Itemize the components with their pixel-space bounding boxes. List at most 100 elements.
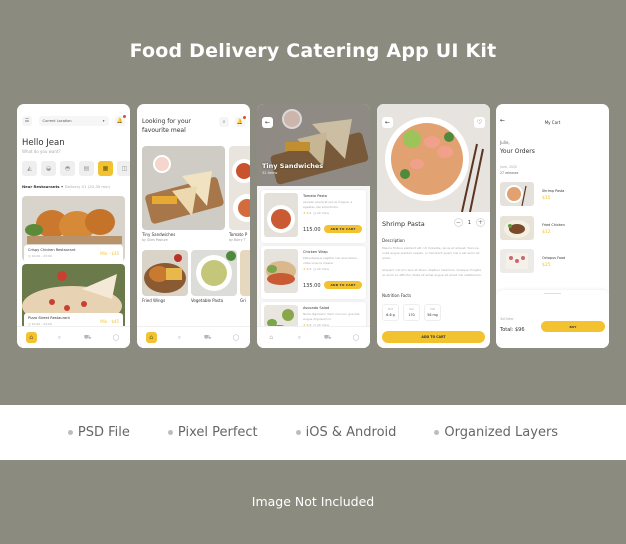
meal-card[interactable] xyxy=(191,250,237,296)
restaurant-card[interactable]: Crispy Chicken Restaurant ◷ 10:00 - 23:0… xyxy=(22,196,125,261)
clock-icon: ◷ xyxy=(313,211,316,215)
browse-screen: Looking for your favourite meal ⌕ 🔔 Tiny… xyxy=(137,104,250,348)
search-icon[interactable]: ⌕ xyxy=(294,332,305,343)
star-icon: ★ xyxy=(303,211,306,215)
product-card[interactable]: Chicken Wrap Pellentesque sagittis nisi … xyxy=(261,246,366,299)
nutrition-value: 56 mg xyxy=(427,313,438,317)
heart-icon[interactable]: ♡ xyxy=(474,117,485,128)
drink-icon[interactable]: ▤ xyxy=(79,161,94,176)
location-select[interactable]: Current Location ▾ xyxy=(38,116,109,126)
back-arrow-icon[interactable]: ← xyxy=(382,117,393,128)
sandwich-image xyxy=(142,146,225,230)
bullet-icon xyxy=(295,430,301,435)
add-to-cart-button[interactable]: ADD TO CART xyxy=(382,331,485,343)
menu-icon[interactable]: ☰ xyxy=(22,116,32,126)
search-icon[interactable]: ⌕ xyxy=(174,332,185,343)
shrimp-pasta-image xyxy=(500,182,534,206)
more-icon[interactable]: ◫ xyxy=(117,161,130,176)
octopus-food-image xyxy=(500,249,534,273)
feature-item: Organized Layers xyxy=(434,425,558,440)
bottom-nav: ⌂ ⌕ ⛟ ◯ xyxy=(17,326,130,348)
product-price: 135.00 xyxy=(303,283,321,289)
featured-card[interactable] xyxy=(229,146,250,230)
restaurant-card[interactable]: Pizza Street Restaurant ◷ 10:00 - 23:00 … xyxy=(22,264,125,329)
product-description: Pellentesque sagittis nisi eros libero, … xyxy=(303,256,358,265)
feature-item: Pixel Perfect xyxy=(167,425,258,440)
home-icon[interactable]: ⌂ xyxy=(266,332,277,343)
greeting: Hello Jean xyxy=(22,138,65,148)
product-card[interactable]: Tomato Pasta Aenean placerat purus magna… xyxy=(261,190,366,243)
nutrition-value: 170 xyxy=(408,313,415,317)
home-screen: ☰ Current Location ▾ 🔔 Hello Jean What d… xyxy=(17,104,130,348)
quantity-value: 1 xyxy=(467,219,471,226)
detail-screen: ← ♡ Shrimp Pasta − 1 + Description Mauri… xyxy=(377,104,490,348)
notification-icon[interactable]: 🔔 xyxy=(235,116,246,127)
home-icon[interactable]: ⌂ xyxy=(25,332,37,343)
bowl-icon[interactable]: ◒ xyxy=(41,161,56,176)
product-description: Nulla dignissim dolor nisi non gravida a… xyxy=(303,312,360,321)
page-title: Food Delivery Catering App UI Kit xyxy=(129,40,497,62)
dish-icon[interactable]: ◓ xyxy=(60,161,75,176)
order-count: 3xOrder xyxy=(500,317,514,321)
bottom-nav: ⌂ ⌕ ⛟ ◯ xyxy=(137,326,250,348)
greeting-subtitle: What do you want? xyxy=(22,149,61,154)
nutrition-value: 6.6 g xyxy=(386,313,395,317)
buy-button[interactable]: BUY xyxy=(541,321,605,332)
notification-badge xyxy=(243,116,246,119)
fried-chicken-image xyxy=(500,216,534,240)
order-item[interactable]: Shrimp Pasta $15 xyxy=(500,182,605,207)
meal-card[interactable] xyxy=(142,250,188,296)
add-to-cart-button[interactable]: ADD TO CART xyxy=(324,281,362,289)
product-price: 115.00 xyxy=(303,227,321,233)
order-item[interactable]: Octopus Food $25 xyxy=(500,249,605,274)
user-icon[interactable]: ◯ xyxy=(110,332,121,343)
notification-icon[interactable]: 🔔 xyxy=(115,115,126,126)
nutrition-facts: Prot 6.6 g Kal 170 Vdd 56 mg xyxy=(382,304,441,321)
search-icon[interactable]: ⌕ xyxy=(54,332,65,343)
featured-card[interactable] xyxy=(142,146,225,230)
features-band: PSD File Pixel Perfect iOS & Android Org… xyxy=(0,405,626,460)
product-title: Shrimp Pasta xyxy=(382,220,425,228)
meal-name: Fried Wings xyxy=(142,298,166,303)
restaurant-min-order: Min - $45 xyxy=(100,319,119,324)
meal-name: Vegetable Pasta xyxy=(191,298,224,303)
feature-label: Pixel Perfect xyxy=(177,425,258,440)
back-arrow-icon[interactable]: ← xyxy=(262,117,273,128)
fried-wings-image xyxy=(142,250,188,296)
user-icon[interactable]: ◯ xyxy=(350,332,361,343)
user-icon[interactable]: ◯ xyxy=(230,332,241,343)
nutrition-label: Vdd xyxy=(429,308,436,311)
star-icon: ★ xyxy=(303,267,306,271)
description-text: Aliquam rutrum risus at libero dapibus m… xyxy=(382,268,482,277)
product-name: Chicken Wrap xyxy=(303,250,328,254)
clock-icon: ◷ xyxy=(313,267,316,271)
category-chips: ◭ ◒ ◓ ▤ ▦ ◫ xyxy=(22,161,130,176)
bullet-icon xyxy=(167,430,173,435)
burger-icon[interactable]: ▦ xyxy=(98,161,113,176)
cart-icon[interactable]: ⛟ xyxy=(82,332,93,343)
section-subtitle: Delivery 01 (20-30 min) xyxy=(64,184,111,189)
checkout-sheet: 3xOrder Total: $96 BUY xyxy=(496,290,609,348)
meal-card[interactable] xyxy=(240,250,250,296)
order-name: Shrimp Pasta xyxy=(542,189,565,193)
quantity-stepper: − 1 + xyxy=(453,218,485,227)
plus-icon[interactable]: + xyxy=(476,218,485,227)
orders-heading: Your Orders xyxy=(500,148,535,155)
sheet-handle[interactable] xyxy=(544,293,561,294)
cart-screen: ← My Cart Julie, Your Orders June, 2020 … xyxy=(496,104,609,348)
search-icon[interactable]: ⌕ xyxy=(219,117,229,127)
nutrition-item: Vdd 56 mg xyxy=(424,304,441,321)
pizza-icon[interactable]: ◭ xyxy=(22,161,37,176)
section-header: Near Restaurants • Delivery 01 (20-30 mi… xyxy=(22,184,111,189)
home-icon[interactable]: ⌂ xyxy=(145,332,157,343)
order-item[interactable]: Fried Chicken $12 xyxy=(500,216,605,241)
cart-icon[interactable]: ⛟ xyxy=(322,332,333,343)
product-name: Tomato Pasta xyxy=(303,194,327,198)
minus-icon[interactable]: − xyxy=(453,218,463,227)
restaurant-min-order: Min - $35 xyxy=(100,251,119,256)
clock-icon: ◷ xyxy=(28,254,31,258)
tomato-pasta-image xyxy=(264,193,298,237)
add-to-cart-button[interactable]: ADD TO CART xyxy=(324,225,362,233)
grill-image xyxy=(240,250,250,296)
cart-icon[interactable]: ⛟ xyxy=(202,332,213,343)
